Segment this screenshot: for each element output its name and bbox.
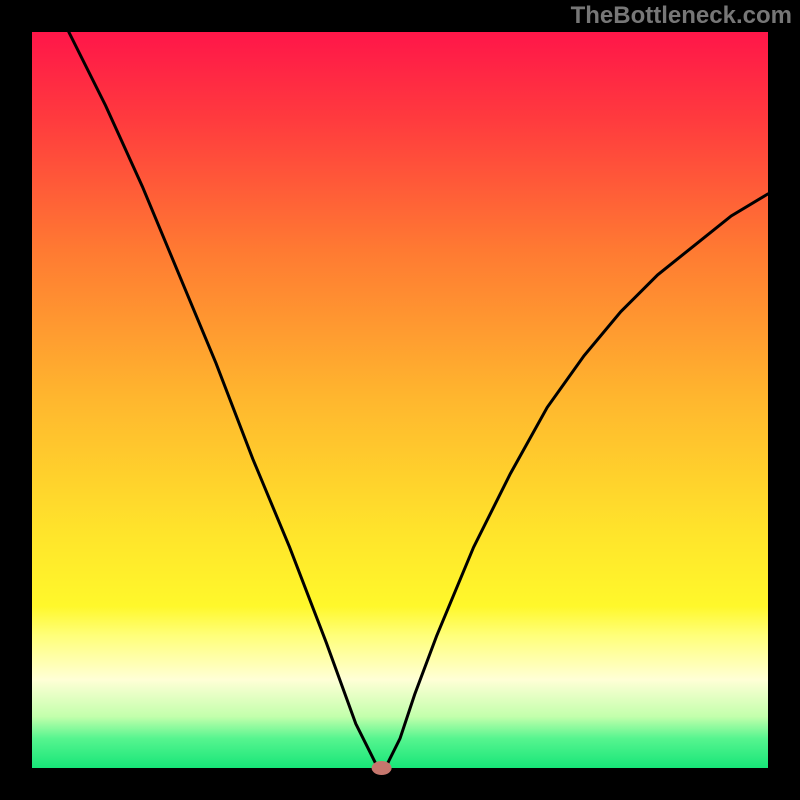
bottleneck-chart: [0, 0, 800, 800]
watermark-text: TheBottleneck.com: [571, 2, 792, 30]
optimal-point-marker: [372, 761, 392, 775]
chart-background: [32, 32, 768, 768]
chart-container: TheBottleneck.com: [0, 0, 800, 800]
